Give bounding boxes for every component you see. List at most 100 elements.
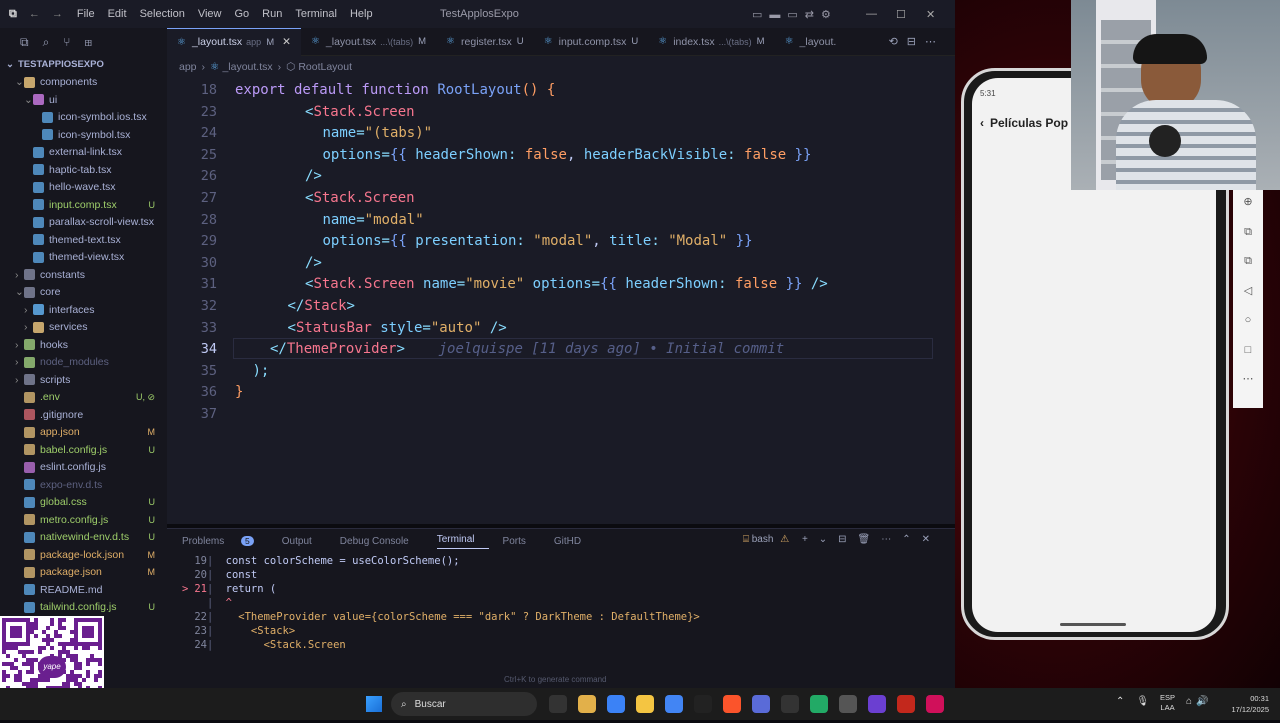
tree-item[interactable]: › interfaces [0, 301, 167, 319]
tree-item[interactable]: global.css U [0, 494, 167, 512]
taskbar-search[interactable]: ⌕ Buscar [391, 692, 537, 716]
editor-tab[interactable]: ⚛ register.tsx U [436, 28, 534, 56]
code-line[interactable]: </Stack> [288, 298, 355, 314]
taskbar-app-icon[interactable] [780, 695, 799, 713]
tree-item[interactable]: .env U, ⊘ [0, 389, 167, 407]
taskbar-app-icon[interactable] [867, 695, 886, 713]
menu-go[interactable]: Go [234, 8, 249, 20]
tree-item[interactable]: .gitignore [0, 406, 167, 424]
tree-item[interactable]: themed-text.tsx [0, 231, 167, 249]
tree-item[interactable]: babel.config.js U [0, 441, 167, 459]
tree-item[interactable]: package-lock.json M [0, 546, 167, 564]
explorer-root[interactable]: ⌄ TESTAPPIOSEXPO [0, 56, 167, 74]
menu-help[interactable]: Help [350, 8, 373, 20]
code-line[interactable]: options={{ presentation: "modal", title:… [323, 233, 753, 249]
code-line[interactable]: <Stack.Screen name="movie" options={{ he… [305, 276, 828, 292]
back-arrow-icon[interactable]: ← [29, 8, 40, 20]
code-line[interactable]: <Stack.Screen [305, 190, 415, 206]
taskbar-app-icon[interactable] [751, 695, 770, 713]
code-line[interactable]: name="modal" [323, 212, 424, 228]
tree-item[interactable]: parallax-scroll-view.tsx [0, 214, 167, 232]
tree-item[interactable]: ⌄ ui [0, 91, 167, 109]
tree-item[interactable]: ⌄ components [0, 74, 167, 92]
tree-item[interactable]: eslint.config.js [0, 459, 167, 477]
editor-tab[interactable]: ⚛ _layout. [775, 28, 847, 56]
menu-terminal[interactable]: Terminal [295, 8, 337, 20]
taskbar-app-icon[interactable] [664, 695, 683, 713]
taskbar-app-icon[interactable] [577, 695, 596, 713]
minimize-button[interactable]: — [866, 8, 877, 20]
tree-item[interactable]: hello-wave.tsx [0, 179, 167, 197]
menu-run[interactable]: Run [262, 8, 282, 20]
taskbar-app-icon[interactable] [693, 695, 712, 713]
code-line[interactable]: export default function RootLayout() { [235, 82, 555, 98]
menu-view[interactable]: View [198, 8, 222, 20]
tree-item[interactable]: › constants [0, 266, 167, 284]
tree-item[interactable]: ⌄ core [0, 284, 167, 302]
tree-item[interactable]: external-link.tsx [0, 144, 167, 162]
sidebar-toolbar[interactable]: ⧉⌕⑂⊞ [0, 28, 167, 56]
editor-tab[interactable]: ⚛ _layout.tsx app M ✕ [167, 27, 301, 56]
back-chevron-icon[interactable]: ‹ [980, 116, 984, 130]
editor-tab[interactable]: ⚛ index.tsx ...\(tabs) M [648, 28, 774, 56]
layout-icons[interactable]: ▭▬▭⇄⚙ [752, 8, 838, 21]
code-line[interactable]: options={{ headerShown: false, headerBac… [323, 147, 812, 163]
taskbar-app-icon[interactable] [896, 695, 915, 713]
language-indicator[interactable]: ESP LAA [1160, 693, 1175, 713]
code-editor[interactable]: 18 export default function RootLayout() {… [167, 78, 955, 524]
clock[interactable]: 00:31 17/12/2025 [1225, 693, 1269, 715]
tree-item[interactable]: › scripts [0, 371, 167, 389]
code-line[interactable]: } [235, 384, 243, 400]
menu-edit[interactable]: Edit [108, 8, 127, 20]
code-line[interactable]: <StatusBar style="auto" /> [288, 320, 507, 336]
menu-selection[interactable]: Selection [140, 8, 185, 20]
tree-item[interactable]: nativewind-env.d.ts U [0, 529, 167, 547]
panel-tab-output[interactable]: Output [282, 536, 326, 547]
code-line[interactable]: <Stack.Screen [305, 104, 415, 120]
panel-actions[interactable]: ⌸ bash ⚠ +⌄⊟🗑⋯⌃✕ [743, 534, 941, 545]
taskbar-app-icon[interactable] [548, 695, 567, 713]
system-tray[interactable]: ⌃🎙 [1116, 696, 1161, 707]
close-tab-icon[interactable]: ✕ [282, 36, 291, 48]
taskbar-app-icon[interactable] [606, 695, 625, 713]
tree-item[interactable]: app.json M [0, 424, 167, 442]
editor-actions[interactable]: ⟲⊟⋯ [889, 35, 945, 48]
panel-tab-debug-console[interactable]: Debug Console [340, 536, 423, 547]
panel-tab-githd[interactable]: GitHD [554, 536, 595, 547]
forward-arrow-icon[interactable]: → [52, 8, 63, 20]
tree-item[interactable]: expo-env.d.ts [0, 476, 167, 494]
taskbar-app-icon[interactable] [809, 695, 828, 713]
taskbar-app-icon[interactable] [635, 695, 654, 713]
close-window-button[interactable]: ✕ [926, 8, 935, 21]
emulator-sidebar[interactable]: ⊕ ⧉ ⧉ ◁ ○ □ ⋯ [1233, 188, 1263, 408]
tree-item[interactable]: package.json M [0, 564, 167, 582]
panel-tab-terminal[interactable]: Terminal [436, 534, 489, 549]
tree-item[interactable]: icon-symbol.tsx [0, 126, 167, 144]
tree-item[interactable]: › services [0, 319, 167, 337]
panel-tab-ports[interactable]: Ports [503, 536, 540, 547]
code-line[interactable]: /> [305, 255, 322, 271]
tree-item[interactable]: haptic-tab.tsx [0, 161, 167, 179]
maximize-button[interactable]: ☐ [896, 8, 906, 21]
taskbar-apps[interactable] [543, 695, 949, 713]
breadcrumb-file[interactable]: _layout.tsx [222, 61, 272, 73]
tree-item[interactable]: › node_modules [0, 354, 167, 372]
tree-item[interactable]: metro.config.js U [0, 511, 167, 529]
menu-file[interactable]: File [77, 8, 95, 20]
code-line[interactable]: ); [253, 363, 270, 379]
taskbar-app-icon[interactable] [722, 695, 741, 713]
tree-item[interactable]: tailwind.config.js U [0, 599, 167, 617]
panel-tab-problems[interactable]: Problems 5 [182, 535, 268, 547]
taskbar-app-icon[interactable] [838, 695, 857, 713]
tree-item[interactable]: input.comp.tsx U [0, 196, 167, 214]
code-line[interactable]: name="(tabs)" [323, 125, 433, 141]
windows-start-icon[interactable] [366, 696, 382, 712]
breadcrumb-app[interactable]: app [179, 61, 197, 73]
code-line[interactable]: /> [305, 168, 322, 184]
editor-tab[interactable]: ⚛ _layout.tsx ...\(tabs) M [301, 28, 436, 56]
tree-item[interactable]: README.md [0, 581, 167, 599]
tree-item[interactable]: icon-symbol.ios.tsx [0, 109, 167, 127]
editor-tab[interactable]: ⚛ input.comp.tsx U [534, 28, 649, 56]
breadcrumb-symbol[interactable]: RootLayout [298, 61, 352, 73]
panel-controls[interactable]: +⌄⊟🗑⋯⌃✕ [802, 534, 941, 545]
